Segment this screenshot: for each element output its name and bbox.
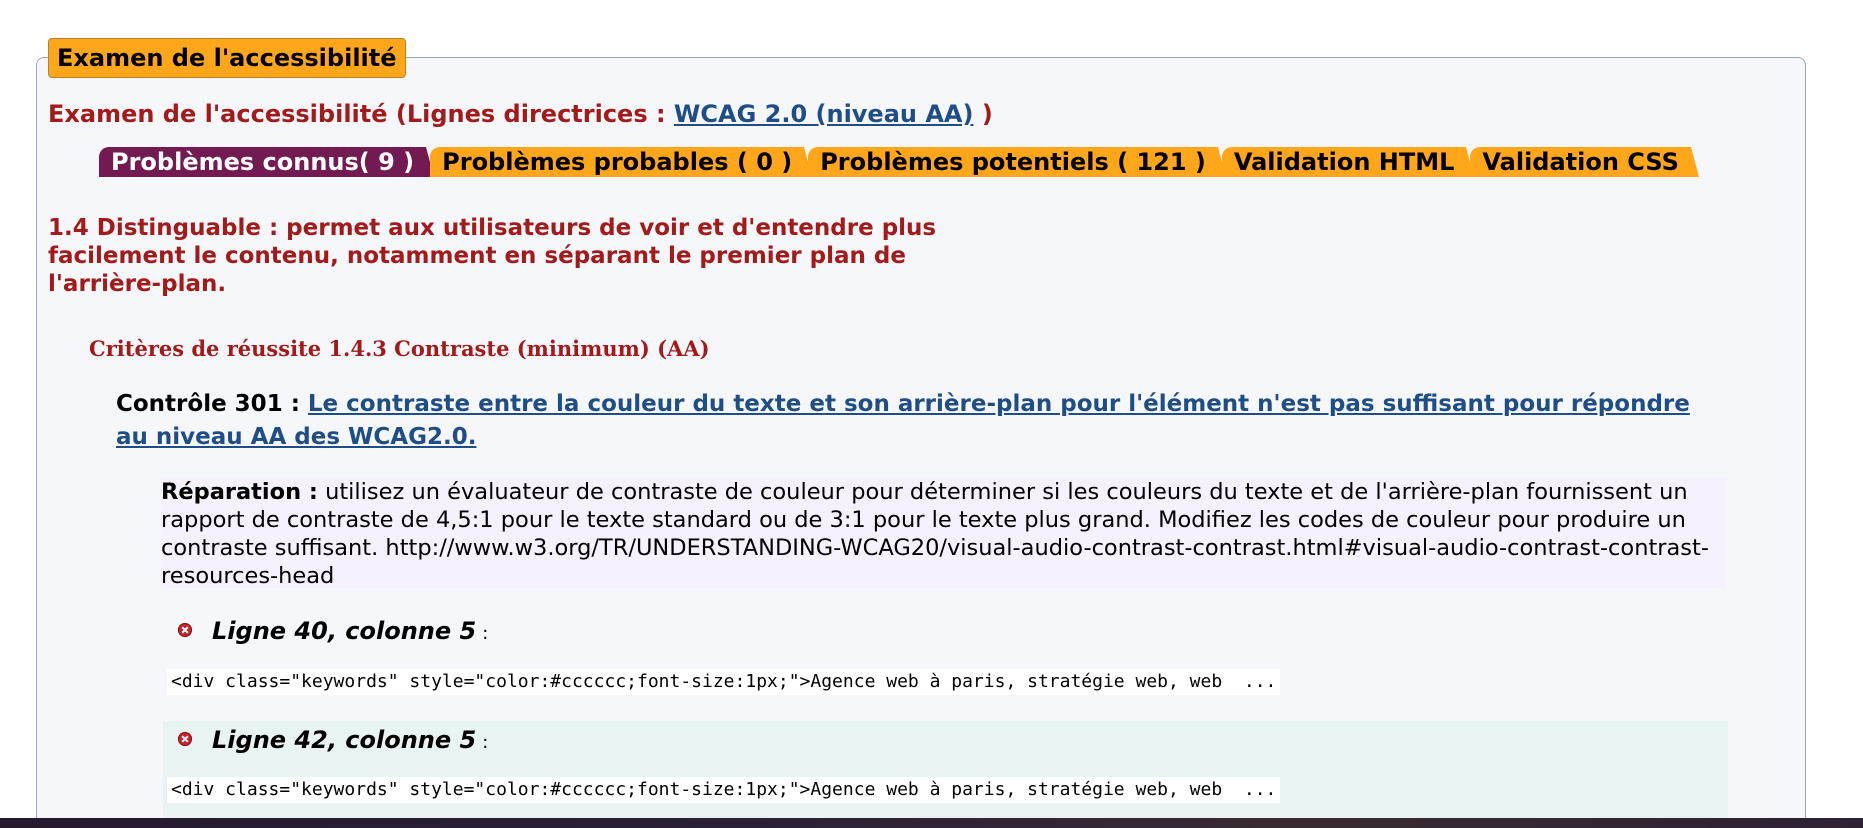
issue-item: Ligne 40, colonne 5: <div class="keyword… bbox=[163, 614, 1728, 706]
error-x-icon bbox=[178, 732, 192, 746]
panel-legend: Examen de l'accessibilité bbox=[48, 38, 406, 78]
review-title-prefix: Examen de l'accessibilité (Lignes direct… bbox=[48, 100, 674, 128]
success-criteria-heading: Critères de réussite 1.4.3 Contraste (mi… bbox=[89, 336, 710, 361]
issue-code-snippet: <div class="keywords" style="color:#cccc… bbox=[167, 777, 1281, 803]
check-label: Contrôle 301 : bbox=[116, 391, 308, 417]
tab-css-validation[interactable]: Validation CSS bbox=[1470, 147, 1700, 177]
issue-location-colon: : bbox=[482, 732, 489, 753]
repair-instructions: Réparation : utilisez un évaluateur de c… bbox=[161, 478, 1726, 589]
tab-known-problems[interactable]: Problèmes connus( 9 ) bbox=[99, 147, 435, 177]
tab-potential-problems[interactable]: Problèmes potentiels ( 121 ) bbox=[808, 147, 1226, 177]
wcag-guideline-link[interactable]: WCAG 2.0 (niveau AA) bbox=[674, 100, 974, 128]
repair-label: Réparation : bbox=[161, 479, 318, 505]
repair-text: utilisez un évaluateur de contraste de c… bbox=[161, 479, 1709, 589]
issue-location: Ligne 42, colonne 5: bbox=[212, 726, 488, 754]
review-title-suffix: ) bbox=[973, 100, 993, 128]
guideline-heading: 1.4 Distinguable : permet aux utilisateu… bbox=[48, 215, 937, 297]
accessibility-review-page: Examen de l'accessibilité Examen de l'ac… bbox=[0, 0, 1863, 828]
issue-location-colon: : bbox=[482, 623, 489, 644]
taskbar-edge bbox=[0, 818, 1863, 828]
tab-likely-problems[interactable]: Problèmes probables ( 0 ) bbox=[430, 147, 813, 177]
issue-item: Ligne 42, colonne 5: <div class="keyword… bbox=[163, 721, 1728, 828]
issue-code-snippet: <div class="keywords" style="color:#cccc… bbox=[167, 669, 1281, 695]
error-x-icon bbox=[178, 623, 192, 637]
review-tabs: Problèmes connus( 9 ) Problèmes probable… bbox=[99, 147, 1700, 177]
review-title: Examen de l'accessibilité (Lignes direct… bbox=[48, 100, 993, 128]
issue-location-text: Ligne 40, colonne 5 bbox=[212, 617, 477, 645]
issue-location-text: Ligne 42, colonne 5 bbox=[212, 726, 477, 754]
tab-html-validation[interactable]: Validation HTML bbox=[1221, 147, 1474, 177]
check-description-link[interactable]: Le contraste entre la couleur du texte e… bbox=[116, 391, 1690, 450]
check-301: Contrôle 301 : Le contraste entre la cou… bbox=[116, 388, 1716, 454]
issue-location: Ligne 40, colonne 5: bbox=[212, 617, 488, 645]
